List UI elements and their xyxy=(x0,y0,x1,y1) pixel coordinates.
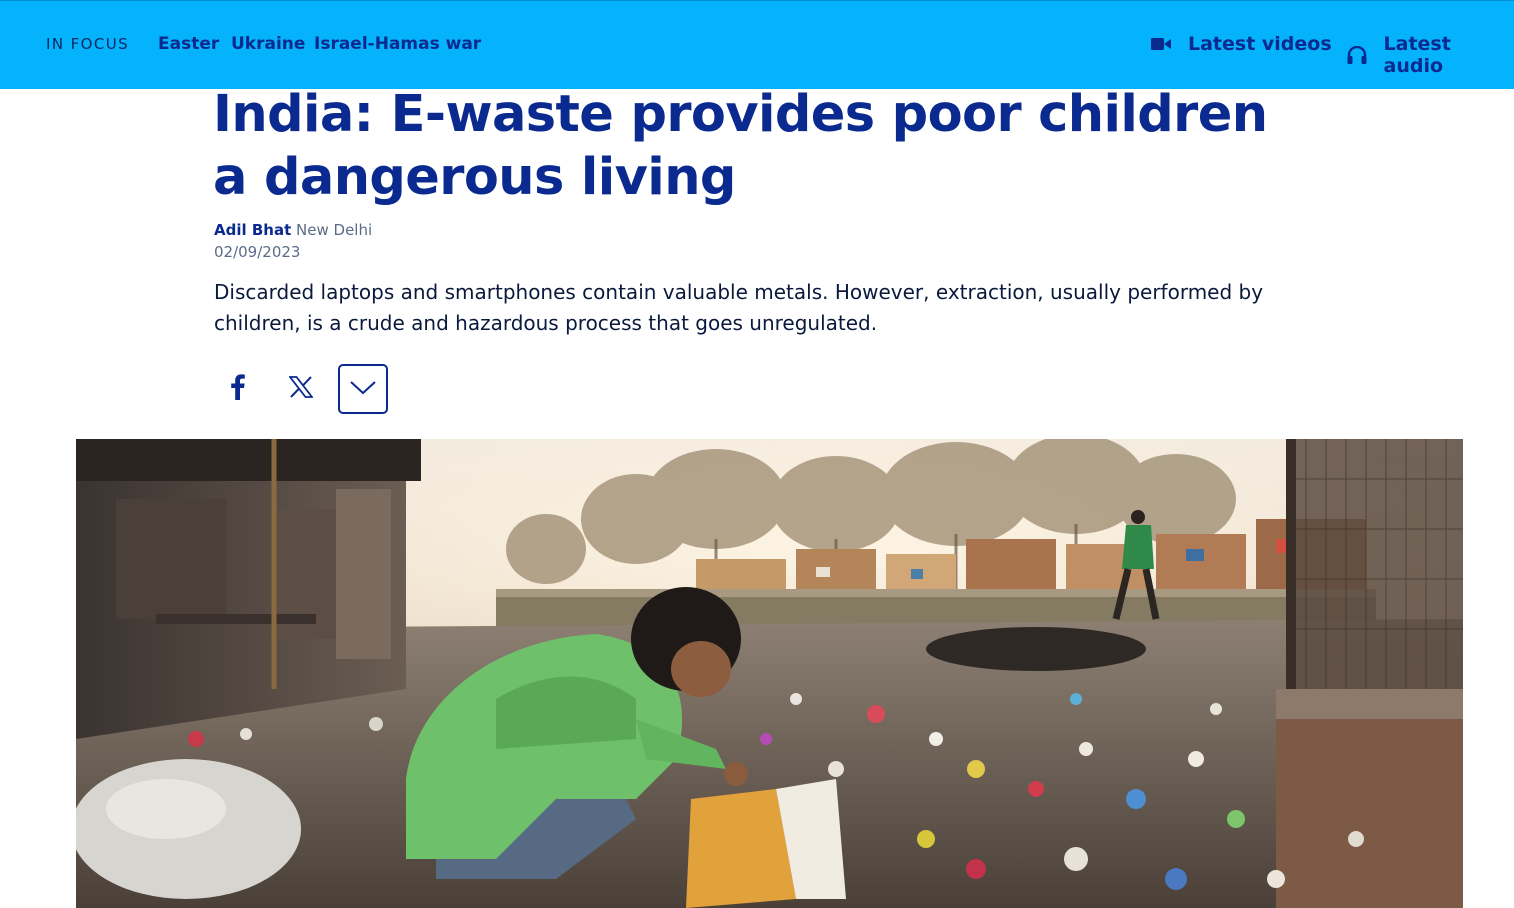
byline-location: New Delhi xyxy=(296,221,373,239)
share-more-button[interactable] xyxy=(338,364,388,414)
focus-link-easter[interactable]: Easter xyxy=(158,34,219,54)
facebook-icon xyxy=(231,374,245,404)
headphones-icon xyxy=(1346,45,1368,65)
hero-photo-illustration xyxy=(76,439,1463,908)
in-focus-label: IN FOCUS xyxy=(46,35,130,53)
latest-audio-label: Latest audio xyxy=(1383,33,1451,77)
x-icon xyxy=(288,376,314,402)
latest-videos-label: Latest videos xyxy=(1188,33,1332,55)
share-facebook-button[interactable] xyxy=(213,364,263,414)
focus-link-ukraine[interactable]: Ukraine xyxy=(231,34,305,54)
top-navigation-bar: IN FOCUS Easter Ukraine Israel-Hamas war… xyxy=(0,0,1514,89)
publish-date: 02/09/2023 xyxy=(214,243,301,261)
latest-videos-link[interactable]: Latest videos xyxy=(1150,33,1332,55)
hero-image xyxy=(76,439,1463,908)
latest-audio-link[interactable]: Latest audio xyxy=(1346,33,1514,77)
focus-link-israel-hamas-war[interactable]: Israel-Hamas war xyxy=(314,34,481,54)
video-camera-icon xyxy=(1150,34,1172,54)
chevron-down-icon xyxy=(350,380,376,399)
article-headline: India: E-waste provides poor children a … xyxy=(213,85,1268,207)
byline: Adil Bhat New Delhi xyxy=(214,221,372,239)
article-lede: Discarded laptops and smartphones contai… xyxy=(214,280,1264,335)
author-link[interactable]: Adil Bhat xyxy=(214,221,291,239)
share-x-button[interactable] xyxy=(276,364,326,414)
